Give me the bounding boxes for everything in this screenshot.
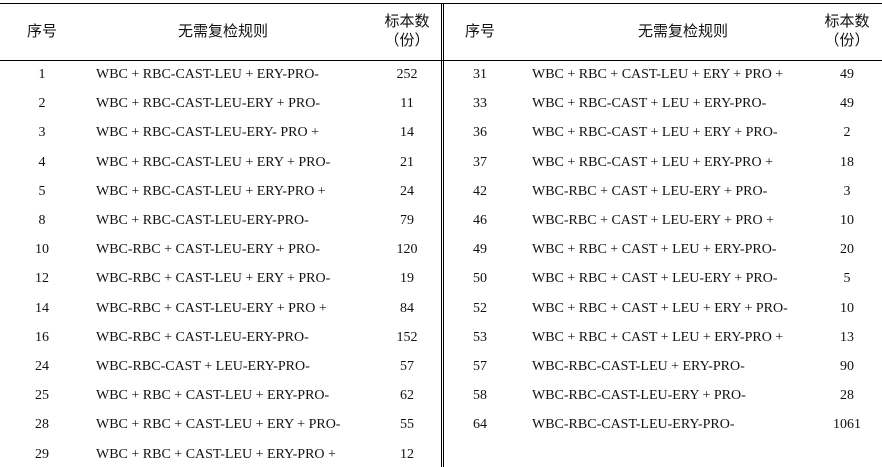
row-count: 1061 — [833, 417, 861, 432]
row-rule: WBC-RBC + CAST-LEU + ERY + PRO- — [96, 271, 331, 286]
row-seq: 14 — [35, 301, 49, 316]
row-seq: 25 — [35, 388, 49, 403]
row-rule: WBC + RBC + CAST + LEU + ERY-PRO + — [532, 330, 784, 345]
header-count-line2: （份） — [824, 33, 870, 49]
row-rule: WBC + RBC-CAST-LEU + ERY + PRO- — [96, 155, 331, 170]
right-table-half: 序号 无需复检规则 标本数 （份） 31 WBC + RBC + CAST-LEU… — [444, 0, 882, 467]
row-rule: WBC-RBC + CAST + LEU-ERY + PRO- — [532, 184, 768, 199]
row-seq: 3 — [38, 125, 46, 140]
row-count: 28 — [840, 388, 854, 403]
row-count: 90 — [840, 359, 854, 374]
header-rule-text: 无需复检规则 — [637, 24, 728, 40]
row-seq: 12 — [35, 271, 49, 286]
row-count: 62 — [400, 388, 414, 403]
row-count: 12 — [400, 447, 414, 462]
row-count: 10 — [840, 301, 854, 316]
row-rule: WBC + RBC-CAST + LEU + ERY-PRO + — [532, 155, 773, 170]
row-rule: WBC-RBC-CAST + LEU-ERY-PRO- — [96, 359, 310, 374]
row-count: 14 — [400, 125, 414, 140]
row-count: 20 — [840, 242, 854, 257]
row-seq: 8 — [38, 213, 46, 228]
row-count: 55 — [400, 417, 414, 432]
row-seq: 52 — [473, 301, 487, 316]
row-rule: WBC + RBC + CAST + LEU + ERY-PRO- — [532, 242, 777, 257]
row-count: 3 — [843, 184, 851, 199]
row-seq: 58 — [473, 388, 487, 403]
row-seq: 28 — [35, 417, 49, 432]
header-count-line2: （份） — [384, 33, 430, 49]
row-rule: WBC + RBC + CAST-LEU + ERY-PRO + — [96, 447, 336, 462]
row-count: 19 — [400, 271, 414, 286]
row-count: 84 — [400, 301, 414, 316]
row-count: 11 — [400, 96, 414, 111]
row-seq: 33 — [473, 96, 487, 111]
row-seq: 31 — [473, 67, 487, 82]
row-rule: WBC + RBC-CAST-LEU + ERY-PRO + — [96, 184, 326, 199]
row-rule: WBC-RBC + CAST-LEU-ERY + PRO + — [96, 301, 327, 316]
header-seq: 序号 — [26, 24, 57, 40]
row-seq: 64 — [473, 417, 487, 432]
row-seq: 10 — [35, 242, 49, 257]
row-count: 79 — [400, 213, 414, 228]
row-rule: WBC + RBC-CAST-LEU-ERY- PRO + — [96, 125, 319, 140]
row-count: 5 — [843, 271, 851, 286]
row-seq: 2 — [38, 96, 46, 111]
row-seq: 57 — [473, 359, 487, 374]
row-seq: 42 — [473, 184, 487, 199]
row-count: 24 — [400, 184, 414, 199]
row-rule: WBC + RBC + CAST + LEU + ERY + PRO- — [532, 301, 788, 316]
header-count-line1: 标本数 — [384, 14, 430, 30]
row-rule: WBC-RBC-CAST-LEU-ERY + PRO- — [532, 388, 746, 403]
row-seq: 49 — [473, 242, 487, 257]
header-seq: 序号 — [464, 24, 495, 40]
row-seq: 36 — [473, 125, 487, 140]
row-rule: WBC + RBC-CAST-LEU-ERY-PRO- — [96, 213, 309, 228]
row-rule: WBC + RBC-CAST-LEU-ERY + PRO- — [96, 96, 320, 111]
row-rule: WBC + RBC + CAST-LEU + ERY-PRO- — [96, 388, 330, 403]
row-rule: WBC + RBC + CAST-LEU + ERY + PRO- — [96, 417, 341, 432]
row-seq: 5 — [38, 184, 46, 199]
header-count-line1: 标本数 — [824, 14, 870, 30]
row-seq: 37 — [473, 155, 487, 170]
row-rule: WBC-RBC + CAST-LEU-ERY + PRO- — [96, 242, 320, 257]
row-rule: WBC-RBC + CAST + LEU-ERY + PRO + — [532, 213, 774, 228]
row-count: 252 — [396, 67, 418, 82]
left-table-half: 序号 无需复检规则 标本数 （份） 1 WBC + RBC-CAST-LEU + … — [0, 0, 441, 467]
row-rule: WBC-RBC-CAST-LEU + ERY-PRO- — [532, 359, 745, 374]
row-seq: 53 — [473, 330, 487, 345]
row-rule: WBC + RBC-CAST-LEU + ERY-PRO- — [96, 67, 319, 82]
rules-table: 序号 无需复检规则 标本数 （份） 1 WBC + RBC-CAST-LEU + … — [0, 0, 882, 467]
row-rule: WBC + RBC-CAST + LEU + ERY + PRO- — [532, 125, 778, 140]
row-seq: 29 — [35, 447, 49, 462]
row-seq: 1 — [38, 67, 46, 82]
header-rule-text: 无需复检规则 — [177, 24, 268, 40]
row-count: 49 — [840, 67, 854, 82]
row-seq: 24 — [35, 359, 49, 374]
row-rule: WBC + RBC + CAST-LEU + ERY + PRO + — [532, 67, 784, 82]
row-rule: WBC + RBC-CAST + LEU + ERY-PRO- — [532, 96, 767, 111]
row-rule: WBC + RBC + CAST + LEU-ERY + PRO- — [532, 271, 778, 286]
row-seq: 46 — [473, 213, 487, 228]
row-count: 10 — [840, 213, 854, 228]
row-count: 49 — [840, 96, 854, 111]
row-count: 2 — [843, 125, 851, 140]
row-count: 21 — [400, 155, 414, 170]
row-seq: 16 — [35, 330, 49, 345]
row-count: 13 — [840, 330, 854, 345]
row-seq: 4 — [38, 155, 46, 170]
row-count: 18 — [840, 155, 854, 170]
row-count: 120 — [396, 242, 418, 257]
row-seq: 50 — [473, 271, 487, 286]
row-rule: WBC-RBC + CAST-LEU-ERY-PRO- — [96, 330, 309, 345]
row-count: 57 — [400, 359, 414, 374]
row-rule: WBC-RBC-CAST-LEU-ERY-PRO- — [532, 417, 735, 432]
row-count: 152 — [396, 330, 418, 345]
